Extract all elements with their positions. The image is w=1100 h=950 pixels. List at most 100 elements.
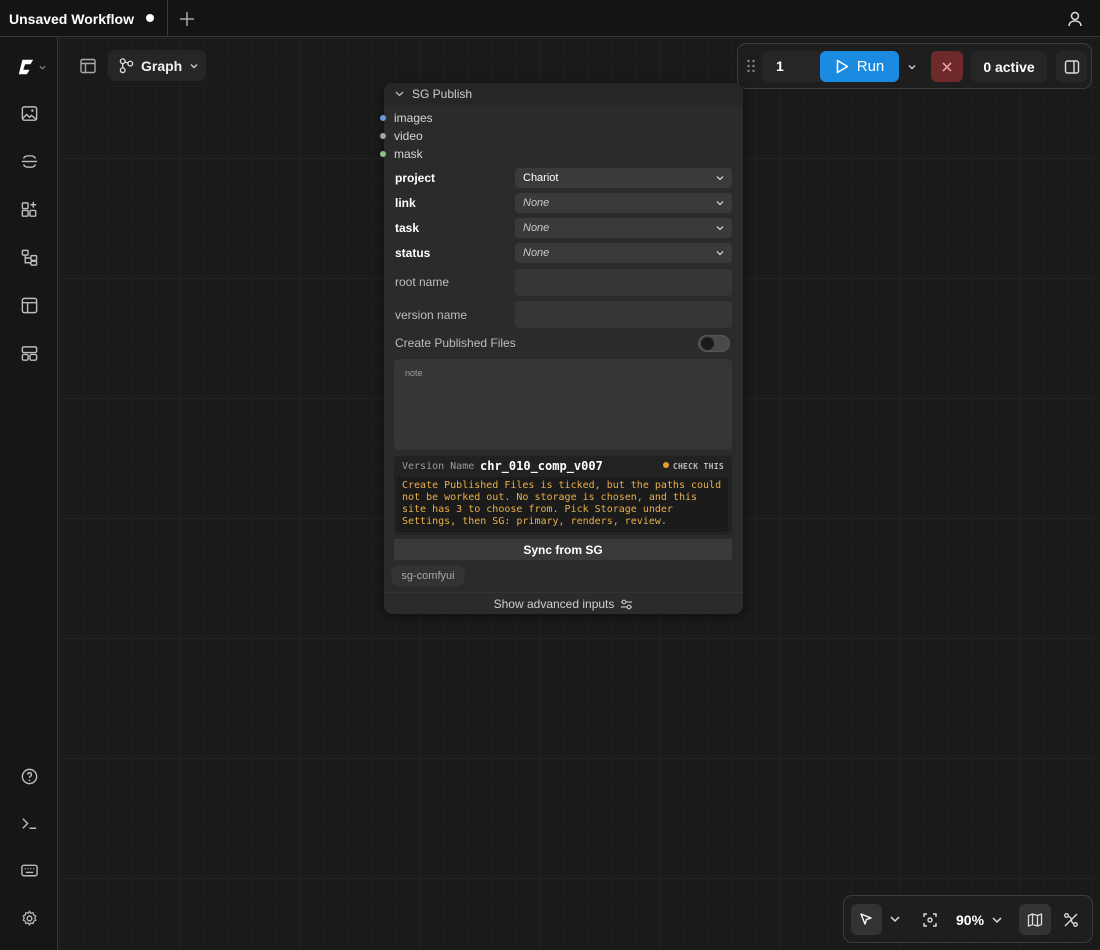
collapse-chevron-icon[interactable]: [394, 88, 405, 99]
create-published-toggle[interactable]: [698, 335, 730, 352]
play-icon: [836, 59, 849, 74]
toggle-right-panel-button[interactable]: [1056, 51, 1087, 82]
console-button[interactable]: [17, 811, 41, 835]
user-button[interactable]: [1064, 8, 1086, 30]
queue-active-button[interactable]: 0 active: [971, 51, 1047, 82]
sidebar-item-nodes[interactable]: [17, 197, 41, 221]
sidebar-item-images[interactable]: [17, 101, 41, 125]
layout-icon: [80, 58, 96, 74]
sidebar-item-workflows[interactable]: [17, 245, 41, 269]
node-header[interactable]: SG Publish: [384, 83, 743, 105]
chevron-down-icon: [716, 201, 724, 206]
note-textarea[interactable]: note: [394, 359, 732, 450]
map-icon: [1027, 912, 1043, 927]
keybindings-button[interactable]: [17, 858, 41, 882]
sync-from-sg-button[interactable]: Sync from SG: [394, 539, 732, 560]
link-visibility-icon[interactable]: [1063, 912, 1079, 928]
version-preview-panel: Version Name chr_010_comp_v007 CHECK THI…: [394, 456, 732, 535]
close-icon: [942, 61, 952, 72]
create-published-label: Create Published Files: [395, 336, 516, 350]
status-select[interactable]: None: [515, 243, 732, 263]
version-name-value: chr_010_comp_v007: [480, 459, 603, 473]
help-button[interactable]: [17, 764, 41, 788]
check-label: CHECK THIS: [672, 462, 724, 471]
chevron-down-icon: [716, 176, 724, 181]
slot-label: video: [394, 129, 423, 143]
slot-label: mask: [394, 147, 423, 161]
select-mode-button[interactable]: [851, 904, 882, 935]
project-value: Chariot: [523, 172, 559, 184]
badge-label: sg-comfyui: [401, 569, 455, 582]
run-label: Run: [856, 58, 885, 75]
link-value: None: [523, 197, 550, 209]
slot-dot-icon[interactable]: [380, 151, 386, 157]
chevron-down-icon[interactable]: [888, 912, 902, 926]
slot-dot-icon[interactable]: [380, 133, 386, 139]
task-label: task: [395, 221, 420, 235]
version-name-label: version name: [395, 308, 468, 322]
show-advanced-inputs-button[interactable]: Show advanced inputs: [384, 592, 743, 615]
chevron-down-icon: [716, 251, 724, 256]
view-mode-label: Graph: [141, 57, 183, 74]
chevron-down-icon: [39, 65, 46, 70]
root-name-input[interactable]: [515, 269, 732, 296]
chevron-down-icon: [716, 226, 724, 231]
toggle-knob: [701, 337, 714, 350]
keyboard-icon: [20, 864, 38, 876]
drag-handle-icon[interactable]: [746, 58, 756, 74]
slot-dot-icon[interactable]: [380, 115, 386, 121]
zoom-level[interactable]: 90%: [956, 912, 984, 928]
unsaved-dot-icon: [146, 14, 154, 22]
run-button[interactable]: Run: [820, 51, 899, 82]
gear-icon: [21, 909, 37, 926]
task-select[interactable]: None: [515, 218, 732, 238]
active-count-label: 0 active: [983, 58, 1035, 75]
status-label: status: [395, 246, 431, 260]
version-name-caption: Version Name: [402, 461, 475, 472]
task-value: None: [523, 222, 550, 234]
chevron-down-icon[interactable]: [990, 913, 1004, 927]
apps-icon: [21, 345, 37, 361]
input-slot-images[interactable]: images: [380, 111, 433, 125]
graph-icon: [119, 58, 134, 74]
template-icon: [21, 297, 37, 313]
run-toolbar: 1 Run 0 active: [737, 43, 1092, 89]
link-label: link: [395, 196, 416, 210]
tab-bar: Unsaved Workflow: [0, 0, 1100, 37]
sg-publish-node[interactable]: SG Publish images video mask project Cha…: [380, 83, 743, 615]
status-value: None: [523, 247, 550, 259]
view-mode-dropdown[interactable]: Graph: [108, 50, 206, 81]
toggle-panel-button[interactable]: [76, 54, 100, 78]
user-icon: [1068, 11, 1082, 27]
node-source-badge: sg-comfyui: [391, 565, 465, 586]
workflow-icon: [21, 249, 37, 266]
version-name-input[interactable]: [515, 301, 732, 328]
sidebar-item-templates[interactable]: [17, 293, 41, 317]
run-options-button[interactable]: [902, 51, 922, 82]
comfy-logo-menu[interactable]: [17, 57, 47, 77]
batch-count-value: 1: [776, 58, 784, 74]
project-select[interactable]: Chariot: [515, 168, 732, 188]
node-library-icon: [21, 201, 36, 217]
new-tab-button[interactable]: [176, 8, 198, 30]
help-icon: [21, 768, 37, 784]
project-label: project: [395, 171, 436, 185]
node-title: SG Publish: [412, 87, 473, 101]
minimap-toggle-button[interactable]: [1019, 904, 1051, 935]
cancel-run-button[interactable]: [931, 51, 963, 82]
sidebar-item-apps[interactable]: [17, 341, 41, 365]
check-status-badge: CHECK THIS: [662, 462, 724, 471]
fit-view-icon[interactable]: [922, 912, 938, 928]
input-slot-mask[interactable]: mask: [380, 147, 423, 161]
model-icon: [21, 154, 37, 168]
link-select[interactable]: None: [515, 193, 732, 213]
plus-icon: [180, 12, 194, 26]
sidebar-right-icon: [1064, 59, 1079, 74]
input-slot-video[interactable]: video: [380, 129, 423, 143]
canvas-controls: 90%: [843, 895, 1093, 943]
tab-label: Unsaved Workflow: [9, 10, 134, 27]
settings-button[interactable]: [17, 906, 41, 930]
sidebar-item-models[interactable]: [17, 149, 41, 173]
tab-workflow[interactable]: Unsaved Workflow: [0, 0, 168, 37]
image-sparkle-icon: [21, 105, 37, 121]
